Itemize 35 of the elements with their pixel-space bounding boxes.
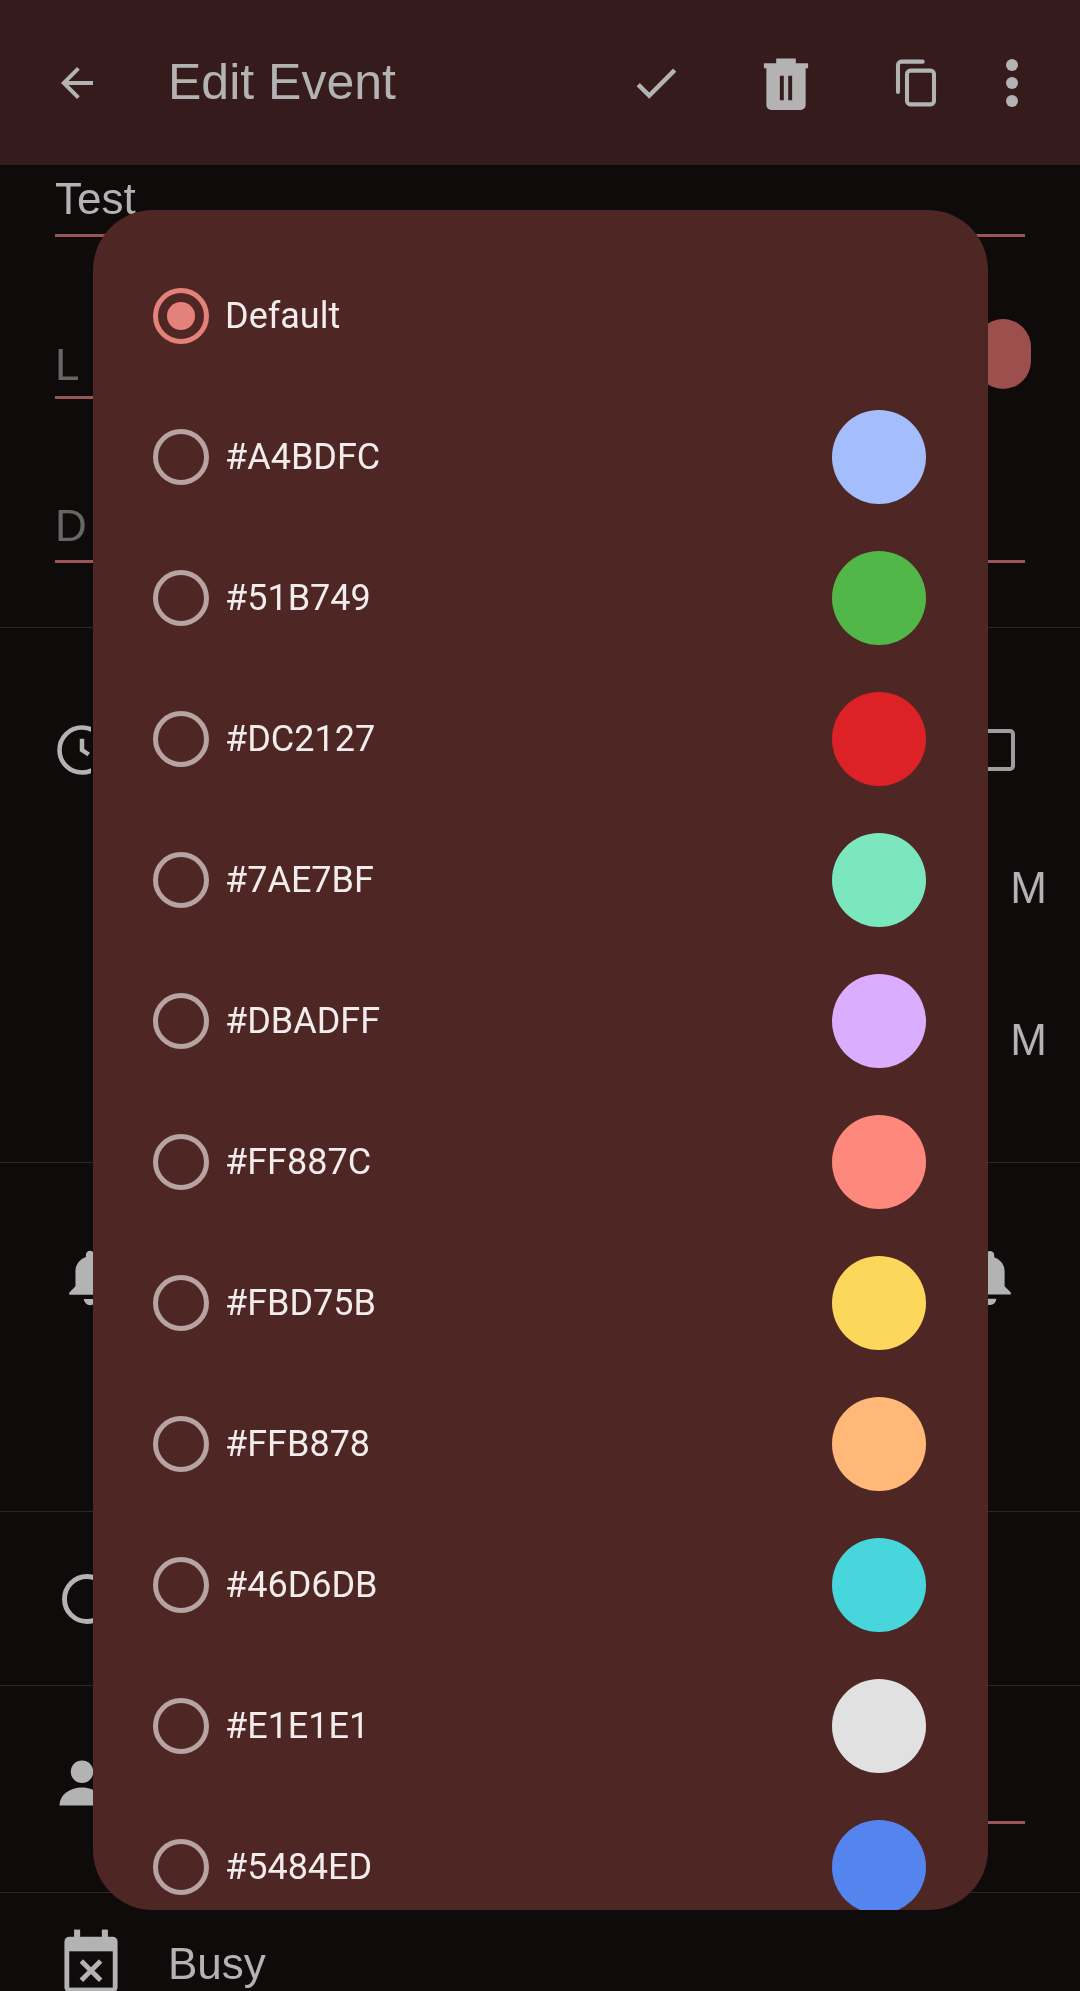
color-option-label[interactable]: #DC2127 <box>225 711 832 766</box>
screen-title: Edit Event <box>168 53 396 112</box>
radio-button[interactable] <box>153 992 209 1049</box>
trash-icon <box>761 55 811 110</box>
radio-button[interactable] <box>153 710 209 767</box>
color-option-label[interactable]: #7AE7BF <box>225 852 832 907</box>
color-option-label[interactable]: #FFB878 <box>225 1416 832 1471</box>
radio-button[interactable] <box>153 287 209 344</box>
title-value: Test <box>55 173 136 225</box>
clock-icon <box>55 723 91 777</box>
radio-button[interactable] <box>153 1274 209 1331</box>
availability-label: Busy <box>168 1939 266 1989</box>
color-option-label[interactable]: #51B749 <box>225 570 832 625</box>
description-placeholder: D <box>55 500 88 552</box>
color-option-label[interactable]: Default <box>225 288 926 343</box>
radio-button[interactable] <box>153 851 209 908</box>
color-option-label[interactable]: #A4BDFC <box>225 429 832 484</box>
color-option-label[interactable]: #DBADFF <box>225 993 832 1048</box>
color-option-label[interactable]: #E1E1E1 <box>225 1698 832 1753</box>
radio-button[interactable] <box>153 1697 209 1754</box>
time-value[interactable]: M <box>1010 862 1047 914</box>
color-option-label[interactable]: #5484ED <box>225 1839 832 1894</box>
more-vertical-icon <box>1005 57 1019 108</box>
radio-button[interactable] <box>153 1415 209 1472</box>
calendar-cross-icon <box>62 1929 120 1991</box>
radio-button[interactable] <box>153 428 209 485</box>
color-option-label[interactable]: #46D6DB <box>225 1557 832 1612</box>
time-value[interactable]: M <box>1010 1014 1047 1066</box>
location-placeholder: L <box>55 340 80 389</box>
radio-button[interactable] <box>153 1838 209 1895</box>
radio-button[interactable] <box>153 1133 209 1190</box>
color-option-label[interactable]: #FF887C <box>225 1134 832 1189</box>
radio-button[interactable] <box>153 1556 209 1613</box>
color-option-label[interactable]: #FBD75B <box>225 1275 832 1330</box>
radio-button[interactable] <box>153 569 209 626</box>
